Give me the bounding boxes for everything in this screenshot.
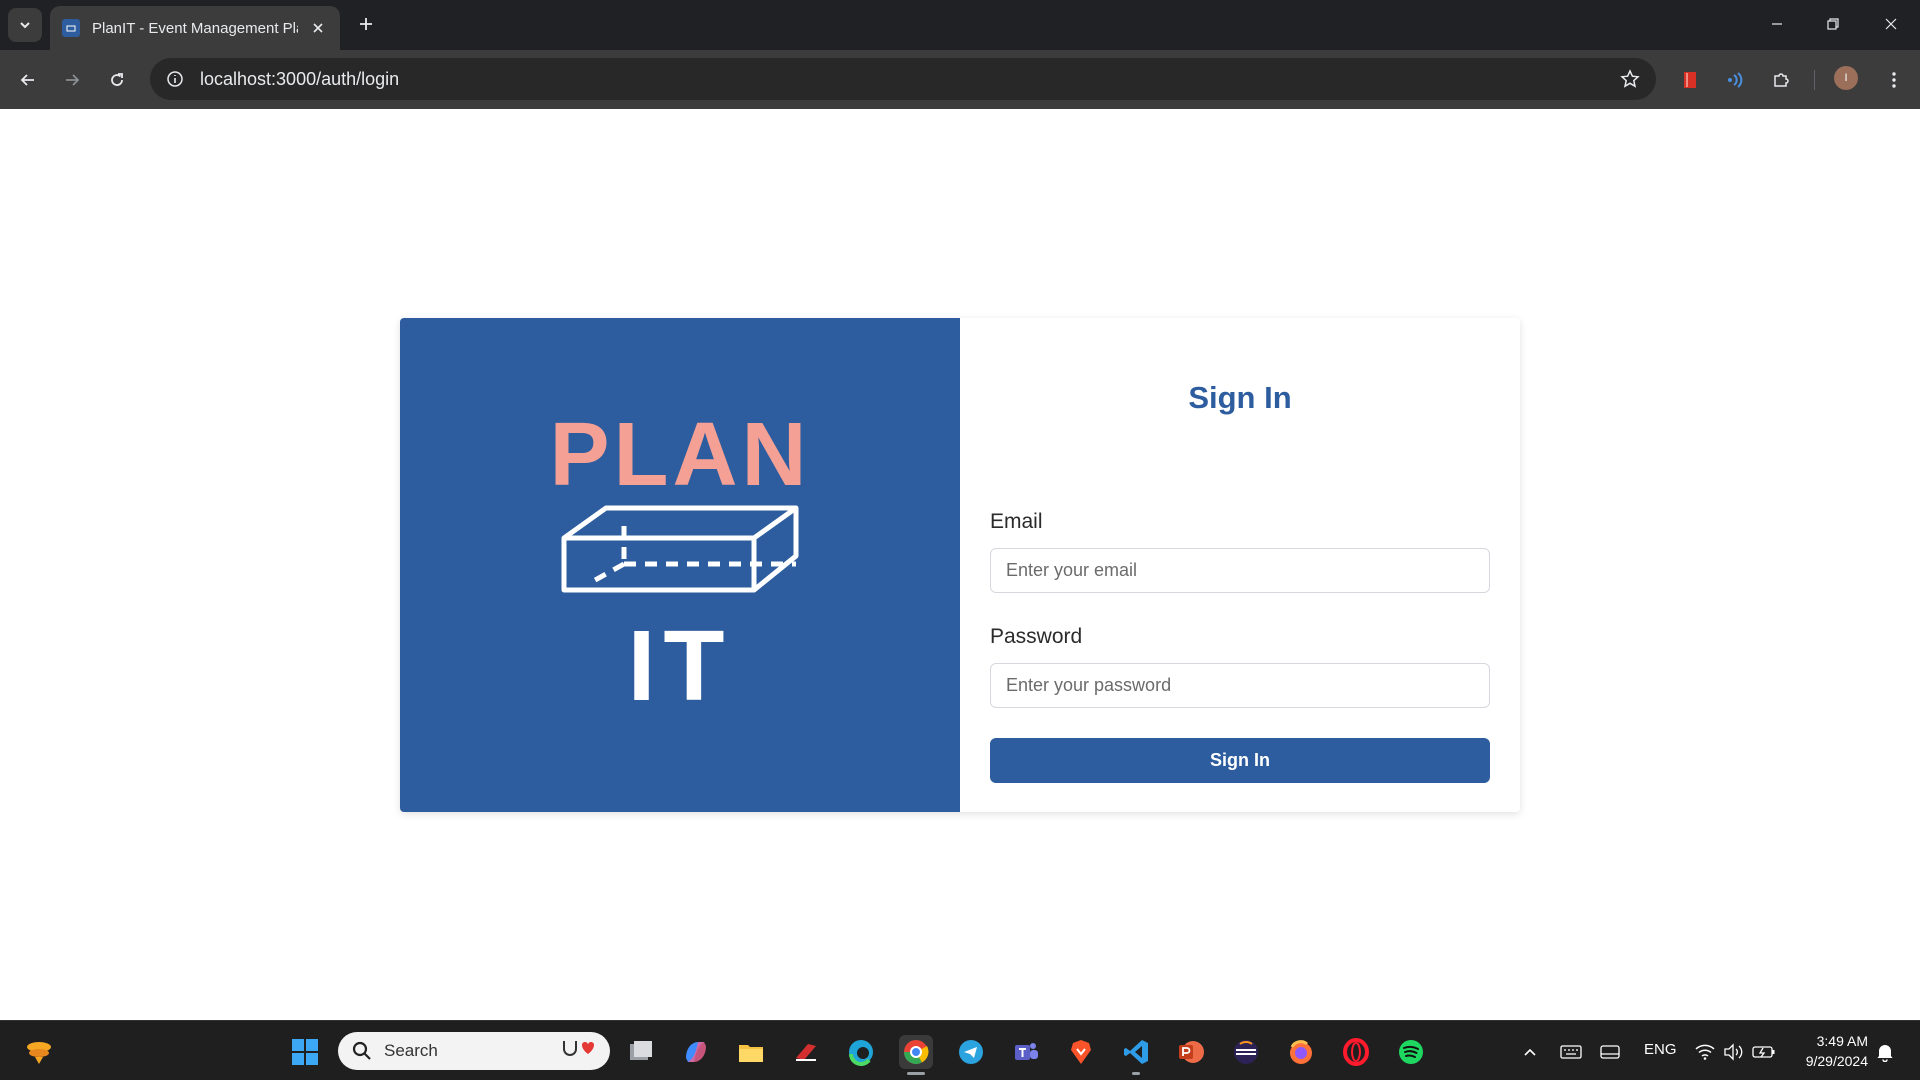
arrow-left-icon (20, 74, 34, 86)
brave-browser-icon[interactable] (1064, 1035, 1098, 1069)
tab-search-button[interactable] (8, 8, 42, 42)
minimize-button[interactable] (1765, 12, 1789, 36)
plus-icon (360, 18, 372, 30)
url-text[interactable]: localhost:3000/auth/login (200, 69, 399, 90)
chevron-down-icon (20, 22, 30, 29)
tab-title: PlanIT - Event Management Platform (92, 19, 298, 37)
brand-panel: PLAN IT (400, 318, 960, 812)
opera-icon[interactable] (1339, 1035, 1373, 1069)
eclipse-ide-icon[interactable] (1229, 1035, 1263, 1069)
logo-plan-text: PLAN (549, 405, 811, 505)
email-input[interactable] (990, 548, 1490, 593)
signin-button[interactable]: Sign In (990, 738, 1490, 783)
language-indicator[interactable]: ENG (1644, 1041, 1677, 1058)
widgets-icon[interactable] (22, 1035, 56, 1069)
battery-charging-icon[interactable] (1747, 1035, 1781, 1069)
password-label: Password (990, 625, 1083, 648)
forward-button[interactable] (58, 66, 86, 94)
browser-menu-icon[interactable] (1880, 66, 1908, 94)
email-label: Email (990, 510, 1043, 533)
show-hidden-icons-chevron-icon[interactable] (1513, 1035, 1547, 1069)
login-card: PLAN IT Sign In Email Password Sign In (400, 318, 1520, 812)
close-tab-icon[interactable] (308, 18, 328, 38)
tab-strip: PlanIT - Event Management Platform (0, 0, 1920, 50)
taskbar-search-placeholder: Search (384, 1041, 438, 1060)
address-bar[interactable]: localhost:3000/auth/login (150, 58, 1656, 100)
tablet-mode-icon[interactable] (1593, 1035, 1627, 1069)
taskbar-clock[interactable]: 3:49 AM 9/29/2024 (1790, 1031, 1868, 1071)
close-icon (1885, 18, 1897, 30)
minimize-icon (1772, 23, 1782, 25)
search-icon (352, 1041, 371, 1060)
keyboard-icon[interactable] (1554, 1035, 1588, 1069)
reload-icon (111, 73, 123, 86)
clock-date: 9/29/2024 (1805, 1053, 1868, 1069)
stethoscope-heart-icon (563, 1041, 594, 1056)
file-explorer-icon[interactable] (734, 1035, 768, 1069)
close-window-button[interactable] (1879, 12, 1903, 36)
logo-it-text: IT (627, 610, 733, 722)
restore-icon (1827, 18, 1839, 30)
browser-toolbar: localhost:3000/auth/login (0, 50, 1920, 109)
spotify-icon[interactable] (1394, 1035, 1428, 1069)
signin-form: Sign In Email Password Sign In (960, 318, 1520, 812)
back-button[interactable] (14, 66, 42, 94)
audio-extension-icon[interactable] (1721, 66, 1749, 94)
extensions-puzzle-icon[interactable] (1767, 66, 1795, 94)
telegram-icon[interactable] (954, 1035, 988, 1069)
vscode-icon[interactable] (1119, 1035, 1153, 1075)
planit-favicon-icon (62, 19, 80, 37)
profile-avatar[interactable]: I (1834, 66, 1858, 90)
site-info-icon[interactable] (154, 58, 196, 100)
form-title: Sign In (1188, 380, 1292, 415)
notification-bell-icon[interactable] (1868, 1035, 1902, 1069)
red-book-extension-icon[interactable] (1676, 66, 1704, 94)
windows-start-icon[interactable] (288, 1035, 322, 1069)
task-view-icon[interactable] (624, 1035, 658, 1069)
new-tab-button[interactable] (354, 12, 378, 36)
bookmark-star-icon[interactable] (1618, 67, 1642, 91)
teams-icon[interactable] (1009, 1035, 1043, 1069)
powerpoint-icon[interactable] (1174, 1035, 1208, 1069)
copilot-icon[interactable] (679, 1035, 713, 1069)
taskbar-search-box[interactable]: Search (338, 1032, 610, 1070)
toolbar-divider (1814, 70, 1815, 90)
chrome-browser-icon[interactable] (899, 1035, 933, 1075)
browser-tab[interactable]: PlanIT - Event Management Platform (50, 6, 340, 50)
running-app-indicator (1132, 1072, 1140, 1075)
red-app-icon[interactable] (789, 1035, 823, 1069)
volume-icon[interactable] (1717, 1035, 1751, 1069)
restore-button[interactable] (1821, 12, 1845, 36)
edge-browser-icon[interactable] (844, 1035, 878, 1069)
box-logo-icon (561, 505, 799, 593)
firefox-icon[interactable] (1284, 1035, 1318, 1069)
clock-time: 3:49 AM (1816, 1033, 1868, 1049)
active-app-indicator (907, 1072, 925, 1075)
password-input[interactable] (990, 663, 1490, 708)
reload-button[interactable] (103, 66, 131, 94)
arrow-right-icon (66, 74, 80, 86)
windows-taskbar: Search ENG 3:49 AM 9/29/2024 (0, 1020, 1920, 1080)
